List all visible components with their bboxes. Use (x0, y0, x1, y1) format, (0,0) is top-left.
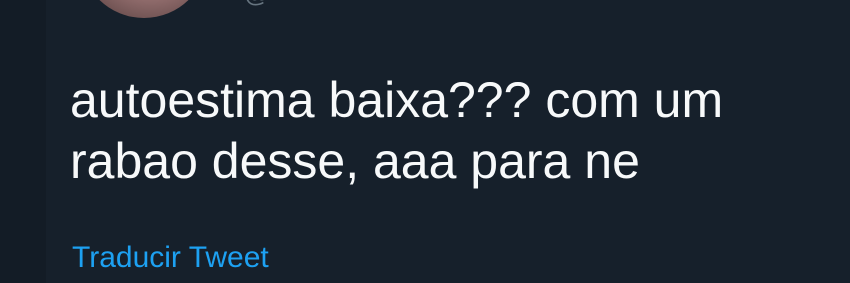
left-edge (0, 0, 46, 283)
tweet-text: autoestima baixa??? com um rabao desse, … (70, 72, 724, 189)
translate-tweet-link[interactable]: Traducir Tweet (72, 240, 269, 276)
user-handle-fragment[interactable]: @ (244, 0, 269, 7)
tweet-card: @ autoestima baixa??? com um rabao desse… (0, 0, 850, 283)
avatar[interactable] (80, 0, 208, 18)
